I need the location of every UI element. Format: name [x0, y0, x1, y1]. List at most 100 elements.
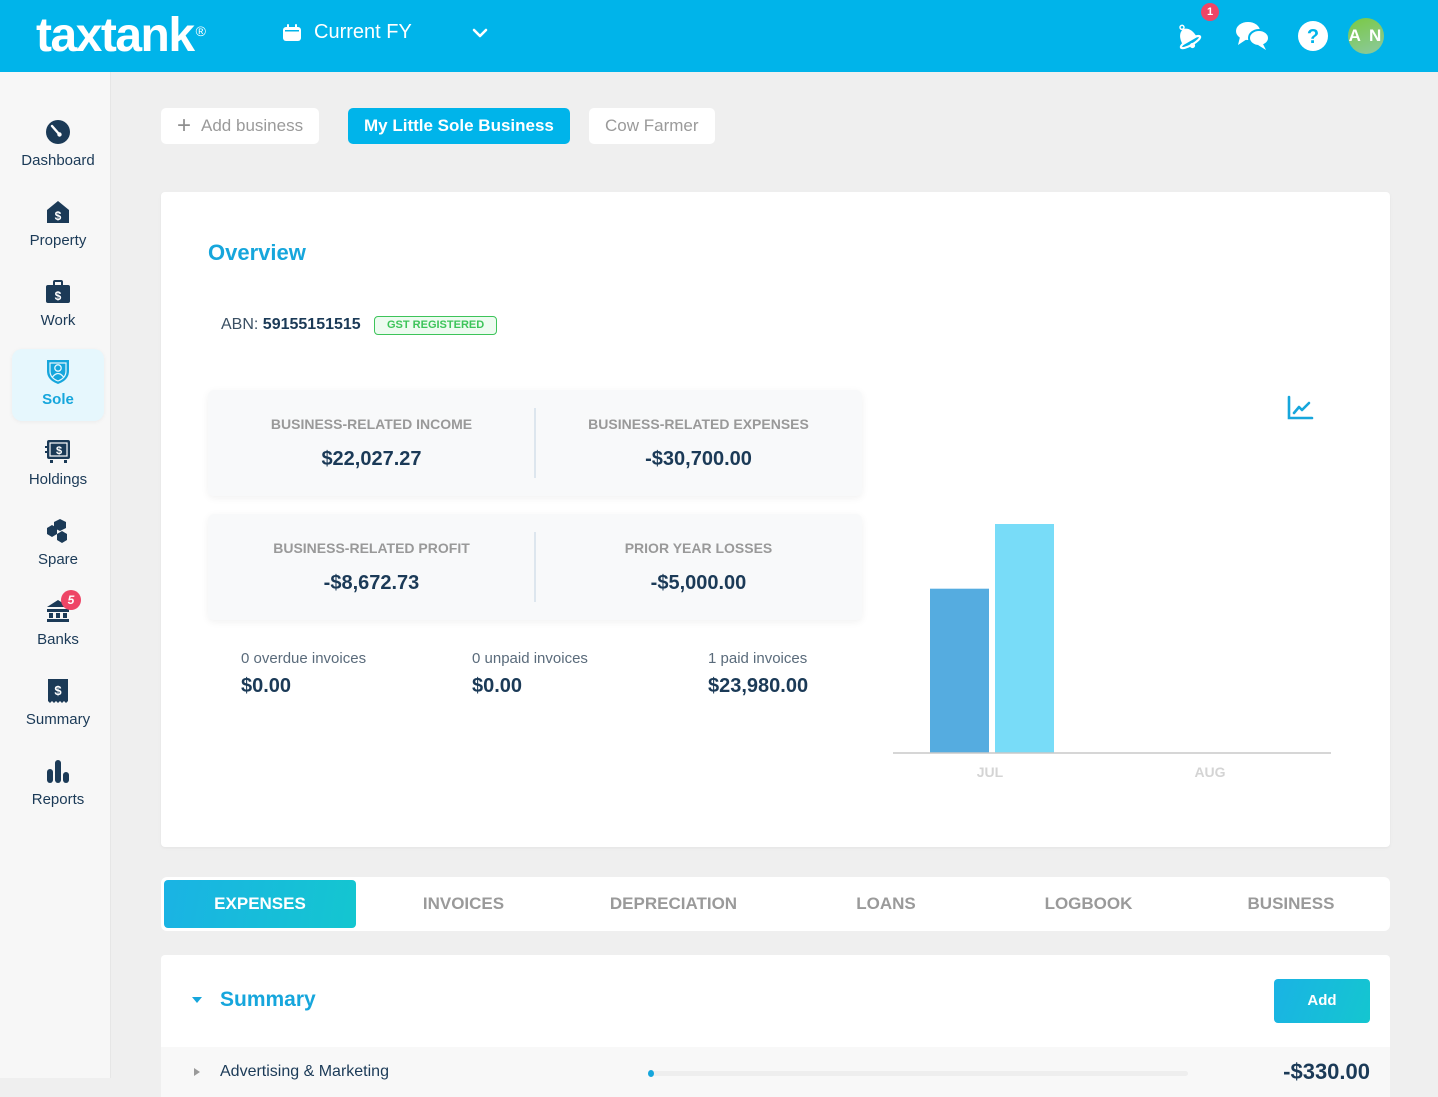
- financial-year-label: Current FY: [314, 21, 412, 43]
- sidebar-item-banks[interactable]: Banks: [12, 589, 104, 661]
- abn: ABN: 59155151515: [221, 316, 361, 334]
- stat-value: -$30,700.00: [645, 448, 752, 470]
- tab-expenses[interactable]: EXPENSES: [164, 880, 356, 928]
- row-progress-bar: [648, 1070, 1188, 1077]
- stat-value: -$5,000.00: [650, 572, 747, 594]
- sidebar-item-property[interactable]: $ Property: [12, 190, 104, 262]
- caret-down-icon[interactable]: [191, 995, 203, 1005]
- stat-expenses: BUSINESS-RELATED EXPENSES -$30,700.00: [535, 390, 862, 496]
- row-amount: -$330.00: [1283, 1059, 1370, 1084]
- abn-value: 59155151515: [262, 316, 361, 333]
- bar-expenses-jul[interactable]: [995, 524, 1054, 753]
- sole-shield-user-icon: [47, 360, 69, 384]
- add-business-button[interactable]: + Add business: [161, 108, 320, 144]
- invoice-value: $0.00: [241, 675, 292, 697]
- sidebar-item-label: Work: [40, 312, 76, 329]
- reports-bar-chart-icon: [47, 760, 69, 783]
- tab-invoices[interactable]: INVOICES: [361, 880, 566, 928]
- income-expenses-box: BUSINESS-RELATED INCOME $22,027.27 BUSIN…: [208, 390, 862, 496]
- sidebar-item-spare[interactable]: Spare: [12, 509, 104, 581]
- sidebar-item-label: Summary: [25, 711, 91, 728]
- work-briefcase-dollar-icon: $: [46, 280, 70, 303]
- income-expenses-bar-chart: JUL AUG: [893, 524, 1331, 780]
- taxtank-logo[interactable]: taxtank ®: [36, 8, 206, 63]
- top-bar: taxtank ® Current FY 1 ? A N: [0, 0, 1438, 72]
- sidebar-item-label: Holdings: [28, 471, 88, 488]
- summary-title[interactable]: Summary: [220, 988, 316, 1012]
- calendar-icon: [283, 23, 301, 41]
- spare-hexagons-icon: [47, 519, 67, 543]
- x-tick-label: AUG: [1194, 764, 1225, 780]
- dashboard-gauge-icon: [46, 120, 70, 144]
- summary-card: Summary Add Advertising & Marketing -$33…: [161, 955, 1390, 1097]
- svg-text:$: $: [55, 289, 62, 303]
- sidebar-item-work[interactable]: $ Work: [12, 270, 104, 342]
- svg-text:$: $: [55, 209, 62, 223]
- bar-income-jul[interactable]: [930, 588, 989, 753]
- banks-badge: 5: [61, 590, 81, 610]
- stat-label: BUSINESS-RELATED PROFIT: [273, 540, 470, 556]
- sidebar-item-holdings[interactable]: $ Holdings: [12, 429, 104, 501]
- bell-icon[interactable]: [1170, 20, 1204, 52]
- help-icon[interactable]: ?: [1297, 20, 1329, 52]
- logo-text: taxtank: [36, 9, 195, 62]
- stat-income: BUSINESS-RELATED INCOME $22,027.27: [208, 390, 535, 496]
- invoice-label: 1 paid invoices: [708, 650, 808, 667]
- profit-losses-box: BUSINESS-RELATED PROFIT -$8,672.73 PRIOR…: [208, 514, 862, 620]
- add-business-label: Add business: [201, 116, 304, 135]
- tab-loans[interactable]: LOANS: [781, 880, 991, 928]
- financial-year-selector[interactable]: Current FY: [282, 21, 488, 44]
- section-tabs: EXPENSES INVOICES DEPRECIATION LOANS LOG…: [161, 877, 1390, 931]
- overview-title: Overview: [208, 240, 306, 265]
- tab-depreciation[interactable]: DEPRECIATION: [571, 880, 776, 928]
- unpaid-invoices[interactable]: 0 unpaid invoices $0.00: [472, 650, 588, 698]
- abn-label: ABN:: [221, 316, 259, 333]
- sidebar-item-reports[interactable]: Reports: [12, 749, 104, 821]
- stat-label: BUSINESS-RELATED EXPENSES: [588, 416, 809, 432]
- invoice-label: 0 unpaid invoices: [472, 650, 588, 667]
- caret-right-icon[interactable]: [193, 1067, 201, 1077]
- row-progress-fill: [648, 1070, 654, 1077]
- sidebar-item-label: Property: [29, 232, 87, 249]
- paid-invoices[interactable]: 1 paid invoices $23,980.00: [708, 650, 808, 698]
- chat-icon[interactable]: [1235, 20, 1271, 52]
- gst-registered-badge: GST REGISTERED: [374, 316, 498, 335]
- x-tick-label: JUL: [977, 764, 1004, 780]
- svg-text:$: $: [54, 683, 62, 698]
- add-button[interactable]: Add: [1274, 979, 1370, 1023]
- notification-badge: 1: [1201, 3, 1219, 21]
- invoice-value: $23,980.00: [708, 675, 809, 697]
- svg-text:?: ?: [1307, 26, 1319, 48]
- business-tab-my-little-sole-business[interactable]: My Little Sole Business: [348, 108, 570, 144]
- sidebar-item-label: Sole: [42, 391, 74, 408]
- stat-value: -$8,672.73: [323, 572, 420, 594]
- property-house-dollar-icon: $: [47, 201, 69, 223]
- sidebar-item-summary[interactable]: $ Summary: [12, 669, 104, 741]
- business-tab-cow-farmer[interactable]: Cow Farmer: [589, 108, 715, 144]
- summary-row[interactable]: Advertising & Marketing -$330.00: [161, 1047, 1390, 1097]
- tab-business[interactable]: BUSINESS: [1191, 880, 1391, 928]
- invoice-value: $0.00: [472, 675, 523, 697]
- user-avatar[interactable]: A N: [1348, 18, 1384, 54]
- overview-card: Overview ABN: 59155151515 GST REGISTERED…: [161, 192, 1390, 847]
- stat-profit: BUSINESS-RELATED PROFIT -$8,672.73: [208, 514, 535, 620]
- registered-mark: ®: [195, 23, 206, 39]
- tab-logbook[interactable]: LOGBOOK: [986, 880, 1191, 928]
- stat-label: BUSINESS-RELATED INCOME: [270, 416, 473, 432]
- sidebar-item-sole[interactable]: Sole: [12, 349, 104, 421]
- chevron-down-icon[interactable]: [470, 23, 490, 43]
- stat-label: PRIOR YEAR LOSSES: [624, 540, 773, 556]
- svg-text:$: $: [56, 445, 62, 457]
- line-chart-toggle-icon[interactable]: [1285, 394, 1315, 422]
- overdue-invoices[interactable]: 0 overdue invoices $0.00: [241, 650, 366, 698]
- row-label: Advertising & Marketing: [220, 1063, 389, 1080]
- sidebar-item-dashboard[interactable]: Dashboard: [12, 110, 104, 182]
- stat-prior-year-losses: PRIOR YEAR LOSSES -$5,000.00: [535, 514, 862, 620]
- holdings-safe-dollar-icon: $: [45, 440, 70, 463]
- sidebar-item-label: Reports: [31, 791, 85, 808]
- invoice-label: 0 overdue invoices: [241, 650, 367, 667]
- stat-value: $22,027.27: [321, 448, 422, 470]
- sidebar-item-label: Banks: [37, 631, 79, 648]
- sidebar-item-label: Spare: [37, 551, 79, 568]
- summary-receipt-dollar-icon: $: [48, 679, 68, 703]
